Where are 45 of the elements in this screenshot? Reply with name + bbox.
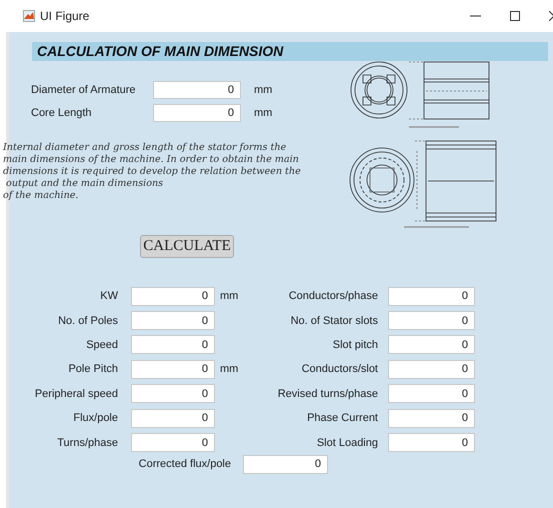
unit-label: mm [219,363,240,376]
field-label: No. of Stator slots [290,314,379,327]
app-logo-icon [23,10,35,22]
number-field[interactable]: 0 [153,104,241,122]
number-field[interactable]: 0 [131,286,215,306]
number-field[interactable]: 0 [153,81,241,99]
number-field[interactable]: 0 [131,311,215,330]
number-field[interactable]: 0 [388,384,475,404]
minimize-icon[interactable] [470,15,481,17]
field-label: Diameter of Armature [30,84,137,96]
unit-label: mm [254,84,272,96]
field-label: Flux/pole [72,412,119,424]
field-label: No. of Poles [57,314,119,327]
field-label: Pole Pitch [67,363,119,376]
number-field[interactable]: 0 [388,360,475,379]
unit-label: mm [254,107,272,119]
field-label: Slot pitch [332,338,379,351]
number-field[interactable]: 0 [388,311,475,330]
field-label: KW [99,290,119,302]
number-field[interactable]: 0 [131,408,215,428]
number-field[interactable]: 0 [131,335,215,354]
number-field[interactable]: 0 [388,335,475,354]
field-label: Revised turns/phase [276,388,379,400]
window-title: UI Figure [40,9,90,23]
unit-label: mm [219,290,240,302]
field-label: Speed [85,338,119,351]
field-label: Corrected flux/pole [138,458,232,470]
number-field[interactable]: 0 [388,433,475,452]
number-field[interactable]: 0 [388,408,475,428]
number-field[interactable]: 0 [131,360,215,379]
field-label: Slot Loading [316,436,379,449]
field-label: Core Length [30,107,93,119]
field-label: Conductors/slot [300,363,379,376]
section-heading: CALCULATION OF MAIN DIMENSION [32,42,548,61]
calculate-button[interactable]: CALCULATE [140,235,234,258]
number-field[interactable]: 0 [388,286,475,306]
field-label: Turns/phase [56,436,119,449]
number-field[interactable]: 0 [131,384,215,404]
field-label: Peripheral speed [34,388,119,400]
field-label: Phase Current [306,412,379,424]
maximize-icon[interactable] [510,11,520,21]
number-field[interactable]: 0 [243,454,328,474]
number-field[interactable]: 0 [131,433,215,452]
description-text: Internal diameter and gross length of the stator forms the main dimensions of the machine. In order to obtain the main dimensions it is required to develop the relation between the output and the main dimensions of the machine. [3,142,302,202]
field-label: Conductors/phase [288,290,379,302]
